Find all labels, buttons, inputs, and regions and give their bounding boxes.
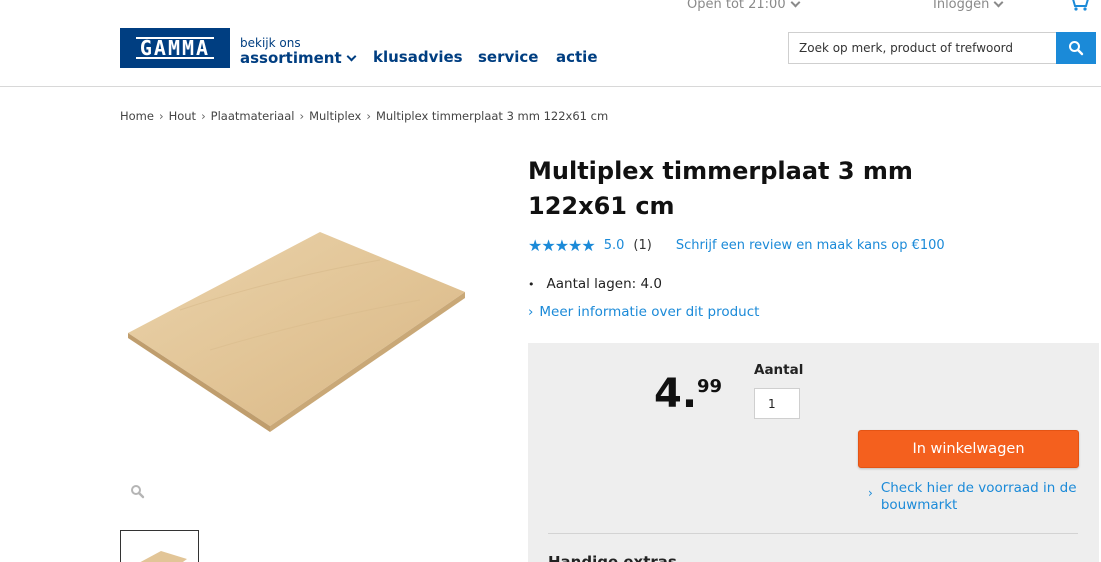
breadcrumb-separator: › [158,109,164,123]
search-input[interactable] [788,32,1056,64]
quantity-label: Aantal [754,362,804,378]
nav-service[interactable]: service [478,48,538,66]
breadcrumb-home[interactable]: Home [120,109,154,123]
rating-row: ★★★★★ 5.0 (1) Schrijf een review en maak… [528,236,945,255]
nav-klusadvies[interactable]: klusadvies [373,48,463,66]
breadcrumb-current: Multiplex timmerplaat 3 mm 122x61 cm [375,109,609,123]
breadcrumb-separator: › [299,109,305,123]
logo-text: GAMMA [135,37,215,59]
opening-hours-dropdown[interactable]: Open tot 21:00 [687,0,801,12]
section-heading: Handige extras [548,553,677,562]
breadcrumb: Home › Hout › Plaatmateriaal › Multiplex… [120,109,608,123]
search-button[interactable] [1056,32,1096,64]
nav-actie[interactable]: actie [556,48,598,66]
chevron-down-icon [346,51,357,61]
spec-text: Aantal lagen: 4.0 [546,276,662,292]
search-icon [1069,41,1084,56]
breadcrumb-separator: › [366,109,371,123]
quantity-input[interactable] [754,388,800,419]
assortment-label-text: assortiment [240,49,342,67]
login-label: Inloggen [933,0,990,12]
breadcrumb-plaatmateriaal[interactable]: Plaatmateriaal [211,109,295,123]
write-review-link[interactable]: Schrijf een review en maak kans op €100 [676,238,945,253]
chevron-right-icon: › [868,486,873,500]
login-dropdown[interactable]: Inloggen [933,0,1004,12]
more-info-link[interactable]: › Meer informatie over dit product [528,304,759,320]
chevron-down-icon [993,0,1004,8]
more-info-text: Meer informatie over dit product [539,304,760,320]
assortment-small-label: bekijk ons [240,36,301,50]
bullet: • [528,277,535,291]
gamma-logo[interactable]: GAMMA [120,28,230,68]
price: 4. 99 [654,369,722,419]
price-decimals: 99 [697,376,723,397]
product-title: Multiplex timmerplaat 3 mm 122x61 cm [528,157,913,220]
check-stock-link[interactable]: › Check hier de voorraad in de bouwmarkt [868,480,1078,514]
buy-box: 4. 99 Aantal In winkelwagen › Check hier… [528,343,1099,562]
opening-hours-label: Open tot 21:00 [687,0,786,12]
zoom-icon[interactable] [130,484,146,504]
breadcrumb-separator: › [201,109,206,123]
search-bar [788,32,1096,64]
product-thumbnail[interactable] [120,530,199,562]
chevron-down-icon [790,0,801,8]
rating-stars[interactable]: ★★★★★ [528,236,596,255]
divider [548,533,1078,534]
rating-score[interactable]: 5.0 [604,238,625,253]
add-to-cart-button[interactable]: In winkelwagen [858,430,1079,468]
spec-item: • Aantal lagen: 4.0 [528,276,662,292]
assortment-label: assortiment [240,49,357,67]
breadcrumb-multiplex[interactable]: Multiplex [309,109,361,123]
chevron-right-icon: › [528,304,534,320]
rating-count: (1) [633,238,652,253]
site-header: Open tot 21:00 Inloggen GAMMA bekijk ons… [0,0,1101,87]
breadcrumb-hout[interactable]: Hout [169,109,196,123]
product-image[interactable] [120,220,480,440]
check-stock-text: Check hier de voorraad in de bouwmarkt [880,480,1077,513]
assortment-menu[interactable]: bekijk ons assortiment [240,36,357,67]
cart-icon[interactable] [1068,0,1090,15]
price-integer: 4. [654,371,698,417]
